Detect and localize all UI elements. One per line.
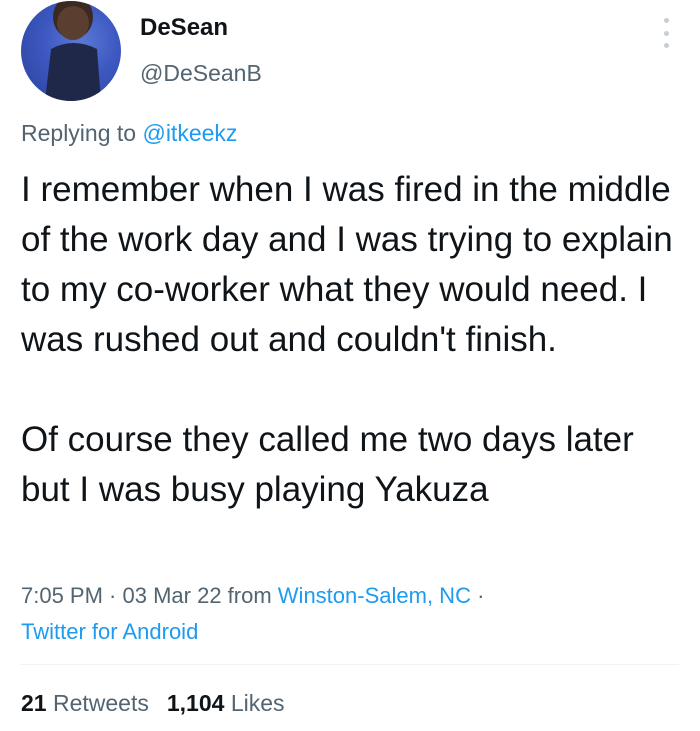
retweets-count: 21 xyxy=(21,690,47,716)
retweets-stat[interactable]: 21 Retweets xyxy=(21,690,149,716)
location-link[interactable]: Winston-Salem, NC xyxy=(278,583,471,608)
avatar-photo xyxy=(45,1,101,101)
source-link[interactable]: Twitter for Android xyxy=(21,619,198,644)
more-vertical-icon[interactable] xyxy=(662,18,670,48)
replying-to: Replying to @itkeekz xyxy=(21,120,237,147)
avatar[interactable] xyxy=(21,1,121,101)
more-dot xyxy=(663,30,669,36)
tweet-paragraph: I remember when I was fired in the middl… xyxy=(21,170,673,359)
likes-label: Likes xyxy=(230,690,285,716)
author-name[interactable]: DeSean xyxy=(140,14,228,42)
meta-separator: · xyxy=(470,583,485,608)
likes-stat[interactable]: 1,104 Likes xyxy=(167,690,285,716)
retweets-label: Retweets xyxy=(52,690,149,716)
more-dot xyxy=(663,18,669,23)
engagement-stats: 21 Retweets 1,104 Likes xyxy=(21,690,285,717)
author-handle[interactable]: @DeSeanB xyxy=(140,60,262,87)
tweet-text: I remember when I was fired in the middl… xyxy=(21,165,681,515)
tweet-time[interactable]: 7:05 PM xyxy=(21,583,103,608)
more-dot xyxy=(663,43,669,48)
tweet-date[interactable]: 03 Mar 22 xyxy=(123,583,222,608)
replying-prefix: Replying to xyxy=(21,120,143,146)
reply-mention-link[interactable]: @itkeekz xyxy=(142,120,237,146)
tweet-paragraph: Of course they called me two days later … xyxy=(21,420,634,509)
likes-count: 1,104 xyxy=(166,690,225,716)
meta-separator: · xyxy=(102,583,123,608)
divider xyxy=(21,664,679,665)
tweet-meta: 7:05 PM · 03 Mar 22 from Winston-Salem, … xyxy=(21,578,681,650)
from-label: from xyxy=(221,583,278,608)
tweet-card: DeSean @DeSeanB Replying to @itkeekz I r… xyxy=(0,0,700,731)
